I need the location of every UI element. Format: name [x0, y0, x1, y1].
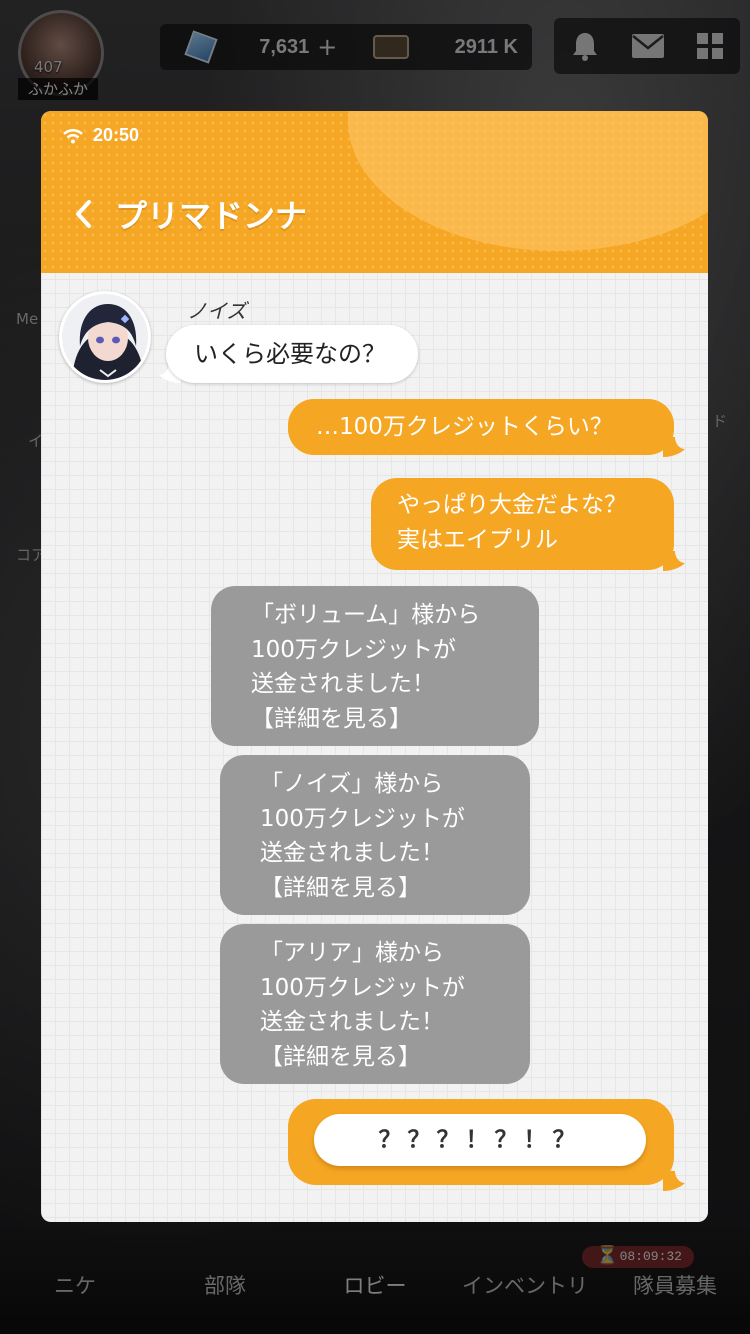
reply-box: ？？？！？！？	[288, 1099, 674, 1185]
header-decoration	[348, 111, 708, 251]
details-link[interactable]: 【詳細を見る】	[260, 871, 530, 906]
details-link[interactable]: 【詳細を見る】	[260, 1040, 530, 1075]
bubble-tail	[663, 1171, 685, 1191]
notice-line: 送金されました！	[251, 671, 435, 697]
noise-portrait	[62, 294, 148, 380]
notice-line: 100万クレジットが	[260, 805, 465, 832]
details-link[interactable]: 【詳細を見る】	[251, 702, 539, 737]
status-bar: 20:50	[63, 125, 139, 146]
notice-line: 送金されました！	[260, 840, 444, 866]
status-time: 20:50	[93, 125, 140, 145]
notice-line: 「アリア」様から	[260, 940, 444, 966]
transfer-notice[interactable]: 「ボリューム」様から 100万クレジットが 送金されました！ 【詳細を見る】	[211, 586, 539, 746]
notice-line: 「ボリューム」様から	[251, 602, 481, 628]
message-line: やっぱり大金だよな？	[397, 492, 627, 518]
sender-name: ノイズ	[187, 299, 247, 323]
message-line: 実はエイプリル	[397, 527, 558, 553]
transfer-notice[interactable]: 「ノイズ」様から 100万クレジットが 送金されました！ 【詳細を見る】	[220, 755, 530, 915]
message-list[interactable]: ノイズ いくら必要なの？ …100万クレジットくらい？ やっぱり大金だよな？ 実…	[41, 273, 708, 1222]
notice-line: 送金されました！	[260, 1009, 444, 1035]
contact-message: いくら必要なの？	[166, 325, 418, 383]
bubble-tail	[663, 437, 685, 457]
self-message: …100万クレジットくらい？	[288, 399, 674, 455]
chat-title-row: プリマドンナ	[71, 191, 307, 237]
transfer-notice[interactable]: 「アリア」様から 100万クレジットが 送金されました！ 【詳細を見る】	[220, 924, 530, 1084]
wifi-icon	[63, 128, 83, 143]
self-message: やっぱり大金だよな？ 実はエイプリル	[371, 478, 674, 570]
messenger-dialog: 20:50 プリマドンナ ノイズ いくら必要なの？ …100万クレジットくらい？…	[41, 111, 708, 1222]
notice-line: 100万クレジットが	[251, 636, 456, 663]
back-icon[interactable]	[71, 198, 97, 230]
bubble-tail	[663, 551, 685, 571]
notice-line: 「ノイズ」様から	[260, 771, 444, 797]
notice-line: 100万クレジットが	[260, 974, 465, 1001]
contact-avatar[interactable]	[59, 291, 151, 383]
chat-title: プリマドンナ	[115, 197, 308, 235]
reply-option-button[interactable]: ？？？！？！？	[314, 1114, 646, 1166]
chat-header: 20:50 プリマドンナ	[41, 111, 708, 273]
